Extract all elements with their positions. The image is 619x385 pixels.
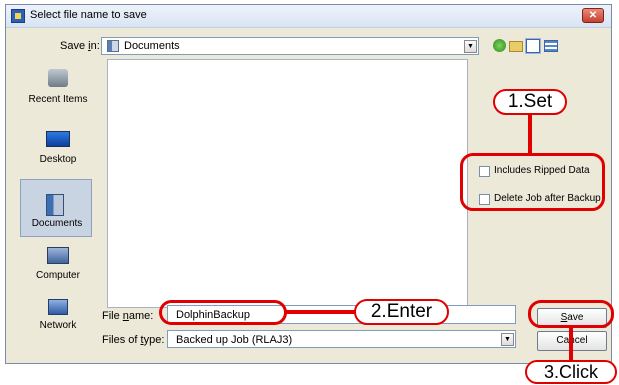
close-icon[interactable]: ✕ bbox=[582, 8, 604, 23]
callout-line-2 bbox=[285, 310, 355, 314]
place-network[interactable]: Network bbox=[21, 299, 95, 339]
new-folder-icon[interactable] bbox=[525, 38, 541, 54]
chevron-down-icon[interactable]: ▼ bbox=[464, 40, 477, 53]
place-label: Documents bbox=[31, 218, 83, 229]
place-label: Computer bbox=[36, 270, 80, 281]
desktop-icon bbox=[46, 131, 70, 147]
save-in-dropdown[interactable]: Documents ▼ bbox=[101, 37, 479, 55]
recent-items-icon bbox=[48, 69, 68, 87]
callout-line-1 bbox=[528, 113, 532, 155]
network-icon bbox=[48, 299, 68, 315]
computer-icon bbox=[47, 247, 69, 264]
documents-folder-icon bbox=[107, 40, 119, 52]
file-list[interactable] bbox=[107, 59, 468, 308]
file-name-label: File name: bbox=[102, 310, 154, 322]
file-type-label: Files of type: bbox=[102, 334, 165, 346]
place-recent-items[interactable]: Recent Items bbox=[21, 67, 95, 123]
callout-step-2: 2.Enter bbox=[354, 299, 449, 325]
file-type-dropdown[interactable]: Backed up Job (RLAJ3) ▼ bbox=[167, 330, 516, 348]
up-folder-icon[interactable] bbox=[509, 41, 523, 52]
app-icon bbox=[11, 9, 25, 23]
place-computer[interactable]: Computer bbox=[21, 243, 95, 299]
title-bar: Select file name to save ✕ bbox=[6, 5, 611, 28]
callout-line-3 bbox=[569, 327, 573, 363]
save-highlight-ring bbox=[528, 300, 614, 328]
view-menu-icon[interactable] bbox=[544, 40, 558, 52]
save-in-label: Save in: bbox=[60, 40, 100, 52]
chevron-down-icon[interactable]: ▼ bbox=[501, 333, 514, 346]
file-name-highlight-ring bbox=[159, 300, 287, 325]
callout-step-3: 3.Click bbox=[525, 360, 617, 384]
place-label: Recent Items bbox=[28, 94, 88, 105]
place-documents[interactable]: Documents bbox=[20, 179, 92, 237]
back-icon[interactable] bbox=[493, 39, 506, 52]
place-label: Desktop bbox=[39, 154, 77, 165]
place-label: Network bbox=[39, 320, 77, 331]
callout-step-1: 1.Set bbox=[493, 89, 567, 115]
place-desktop[interactable]: Desktop bbox=[21, 127, 95, 183]
options-highlight-ring bbox=[460, 153, 605, 211]
dialog-title: Select file name to save bbox=[30, 9, 147, 21]
documents-icon bbox=[46, 194, 64, 216]
places-bar: Recent Items Desktop Documents Computer bbox=[15, 59, 101, 309]
file-type-value: Backed up Job (RLAJ3) bbox=[176, 334, 293, 346]
save-in-value: Documents bbox=[124, 40, 180, 52]
